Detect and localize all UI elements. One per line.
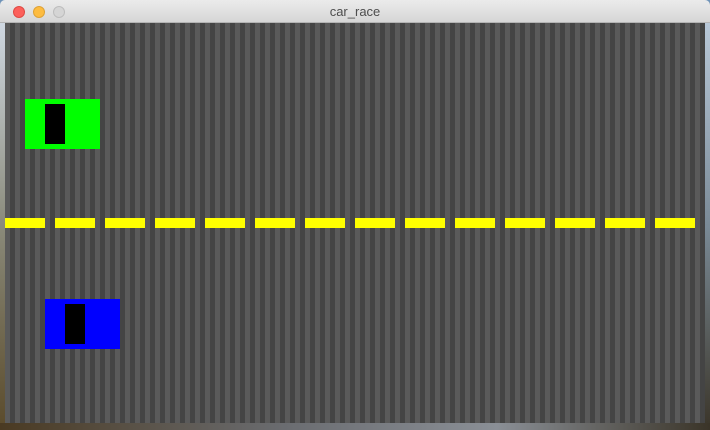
wallpaper-edge-bottom: [0, 423, 710, 430]
car-windshield: [45, 104, 65, 144]
lane-dash: [605, 218, 645, 228]
lane-dash: [655, 218, 695, 228]
lane-dash: [405, 218, 445, 228]
window-title: car_race: [329, 4, 381, 19]
lane-dash: [105, 218, 145, 228]
lane-dash: [555, 218, 595, 228]
game-canvas[interactable]: [5, 23, 705, 423]
player-one-car: [25, 99, 100, 149]
lane-dash: [205, 218, 245, 228]
lane-divider: [5, 218, 705, 228]
title-bar[interactable]: car_race: [0, 0, 710, 23]
lane-dash: [355, 218, 395, 228]
player-two-car: [45, 299, 120, 349]
lane-dash: [55, 218, 95, 228]
game-window: car_race: [0, 0, 710, 430]
lane-dash: [305, 218, 345, 228]
lane-dash: [5, 218, 45, 228]
lane-dash: [455, 218, 495, 228]
lane-dash: [505, 218, 545, 228]
wallpaper-edge-right: [705, 23, 710, 430]
lane-dash: [155, 218, 195, 228]
car-windshield: [65, 304, 85, 344]
lane-dash: [255, 218, 295, 228]
